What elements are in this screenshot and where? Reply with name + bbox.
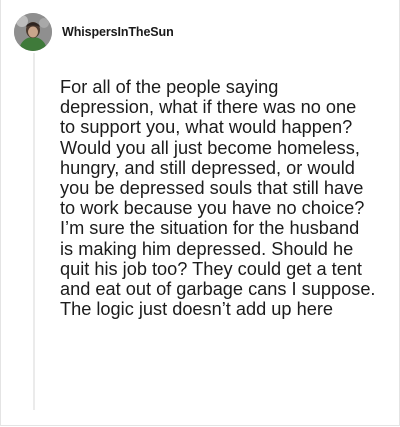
thread-line[interactable] (33, 53, 35, 410)
username[interactable]: WhispersInTheSun (62, 25, 174, 39)
comment-header: WhispersInTheSun (14, 12, 174, 52)
user-avatar-icon[interactable] (14, 13, 52, 51)
comment-card: WhispersInTheSun For all of the people s… (0, 0, 400, 427)
comment-text: For all of the people saying depression,… (60, 77, 376, 320)
